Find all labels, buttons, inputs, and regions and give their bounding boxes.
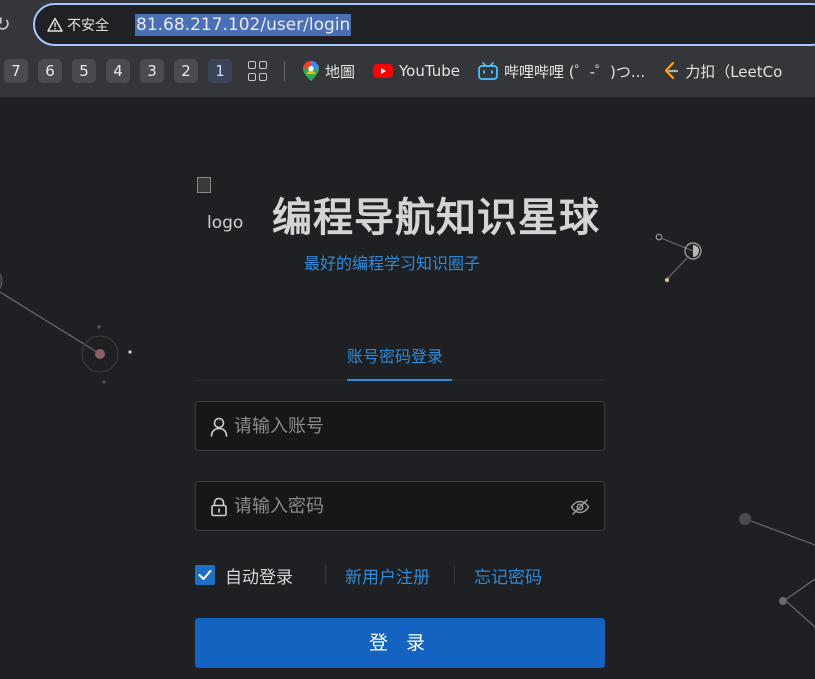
tab-active-indicator — [347, 379, 452, 381]
auto-login-checkbox[interactable] — [195, 565, 215, 585]
logo-image: logo — [197, 177, 247, 237]
bookmark-label: 哔哩哔哩 (゜-゜)つ... — [504, 62, 646, 81]
login-button[interactable]: 登 录 — [195, 618, 605, 668]
bookmarks-bar: 7 6 5 4 3 2 1 地圖 YouTube 哔哩哔哩 (゜-゜)つ... — [0, 54, 815, 88]
bookmarks-divider — [284, 61, 285, 81]
leetcode-icon — [663, 62, 679, 80]
username-field[interactable] — [195, 401, 605, 451]
security-indicator[interactable]: 不安全 — [47, 15, 109, 35]
forgot-password-link[interactable]: 忘记密码 — [474, 563, 542, 588]
maps-icon — [303, 61, 319, 81]
login-page: logo 编程导航知识星球 最好的编程学习知识圈子 账号密码登录 自动登录 新用… — [0, 97, 815, 679]
tab-group-4[interactable]: 4 — [106, 59, 130, 83]
site-subtitle: 最好的编程学习知识圈子 — [304, 254, 481, 273]
password-field[interactable] — [195, 481, 605, 531]
bookmark-leetcode[interactable]: 力扣（LeetCo — [663, 61, 782, 82]
lock-icon — [210, 497, 228, 521]
bookmark-label: 地圖 — [325, 62, 356, 81]
tab-group-1[interactable]: 1 — [208, 59, 232, 83]
site-title: 编程导航知识星球 — [272, 195, 600, 241]
site-header: logo 编程导航知识星球 — [195, 175, 605, 241]
tab-group-3[interactable]: 3 — [140, 59, 164, 83]
tab-group-6[interactable]: 6 — [38, 59, 62, 83]
logo-alt-text: logo — [207, 213, 244, 233]
apps-grid-icon[interactable] — [248, 61, 268, 81]
broken-image-icon — [197, 177, 211, 193]
user-icon — [210, 417, 228, 441]
login-tabs: 账号密码登录 — [195, 339, 605, 381]
register-link[interactable]: 新用户注册 — [345, 563, 430, 588]
security-label: 不安全 — [67, 18, 109, 34]
tab-group-7[interactable]: 7 — [4, 59, 28, 83]
tab-group-5[interactable]: 5 — [72, 59, 96, 83]
auto-login-label[interactable]: 自动登录 — [225, 563, 293, 588]
bilibili-icon — [478, 62, 498, 80]
options-divider — [325, 566, 326, 584]
bookmark-bilibili[interactable]: 哔哩哔哩 (゜-゜)つ... — [478, 61, 645, 82]
bookmark-label: 力扣（LeetCo — [685, 62, 783, 81]
bookmark-maps[interactable]: 地圖 — [303, 61, 355, 82]
username-input[interactable] — [234, 410, 564, 442]
browser-chrome: ↻ 不安全 81.68.217.102/user/login 7 6 5 4 3… — [0, 0, 815, 97]
url-text[interactable]: 81.68.217.102/user/login — [135, 14, 352, 36]
youtube-icon — [373, 64, 394, 78]
login-options: 自动登录 新用户注册 忘记密码 — [195, 563, 605, 588]
eye-off-icon[interactable] — [570, 498, 590, 520]
address-bar[interactable]: 不安全 81.68.217.102/user/login — [33, 3, 815, 46]
reload-icon[interactable]: ↻ — [0, 10, 14, 38]
warning-icon — [47, 17, 63, 33]
tab-account-password[interactable]: 账号密码登录 — [347, 343, 443, 367]
bookmark-youtube[interactable]: YouTube — [373, 62, 460, 80]
options-divider — [454, 566, 455, 584]
password-input[interactable] — [234, 490, 564, 522]
bookmark-label: YouTube — [399, 62, 461, 80]
tab-group-2[interactable]: 2 — [174, 59, 198, 83]
